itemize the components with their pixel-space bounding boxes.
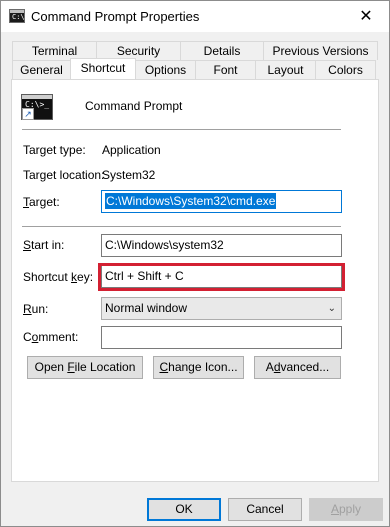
tab-row-back: Terminal Security Details Previous Versi… <box>12 41 378 60</box>
run-selected-value: Normal window <box>105 301 188 315</box>
target-location-value: System32 <box>102 168 156 182</box>
close-icon[interactable]: ✕ <box>343 1 389 32</box>
target-type-value: Application <box>102 143 161 157</box>
advanced-button[interactable]: Advanced... <box>254 356 341 379</box>
ok-button[interactable]: OK <box>147 498 221 521</box>
tab-general[interactable]: General <box>12 60 71 79</box>
change-icon-button[interactable]: Change Icon... <box>153 356 244 379</box>
title-bar[interactable]: C:\>_ Command Prompt Properties ✕ <box>1 1 389 32</box>
tab-shortcut[interactable]: Shortcut <box>70 58 136 79</box>
target-value: C:\Windows\System32\cmd.exe <box>105 193 277 209</box>
tab-row-front: General Shortcut Options Font Layout Col… <box>12 58 376 79</box>
properties-window: C:\>_ Command Prompt Properties ✕ Termin… <box>0 0 390 527</box>
target-label: Target: <box>23 195 60 209</box>
tab-font[interactable]: Font <box>195 60 256 79</box>
target-location-label: Target location: <box>23 168 105 182</box>
open-file-location-button[interactable]: Open File Location <box>27 356 143 379</box>
run-select[interactable]: Normal window ⌄ <box>101 297 342 320</box>
window-title: Command Prompt Properties <box>31 9 200 24</box>
chevron-down-icon: ⌄ <box>327 303 336 314</box>
start-in-input[interactable]: C:\Windows\system32 <box>101 234 342 257</box>
target-input[interactable]: C:\Windows\System32\cmd.exe <box>101 190 342 213</box>
comment-input[interactable] <box>101 326 342 349</box>
apply-button[interactable]: Apply <box>309 498 383 521</box>
target-type-label: Target type: <box>23 143 86 157</box>
tab-layout[interactable]: Layout <box>255 60 316 79</box>
separator <box>22 226 341 227</box>
tab-colors[interactable]: Colors <box>315 60 376 79</box>
tab-previous-versions[interactable]: Previous Versions <box>263 41 378 60</box>
shortcut-key-input[interactable]: Ctrl + Shift + C <box>101 265 342 288</box>
tab-options[interactable]: Options <box>135 60 196 79</box>
comment-label: Comment: <box>23 330 79 344</box>
command-prompt-icon: C:\>_ <box>9 9 33 23</box>
shortcut-name: Command Prompt <box>85 99 183 113</box>
start-in-label: Start in: <box>23 238 65 252</box>
shortcut-key-label: Shortcut key: <box>23 270 94 284</box>
separator <box>22 129 341 130</box>
shortcut-arrow-icon: ↗ <box>22 108 34 120</box>
tab-details[interactable]: Details <box>180 41 264 60</box>
run-label: Run: <box>23 302 49 316</box>
cancel-button[interactable]: Cancel <box>228 498 302 521</box>
